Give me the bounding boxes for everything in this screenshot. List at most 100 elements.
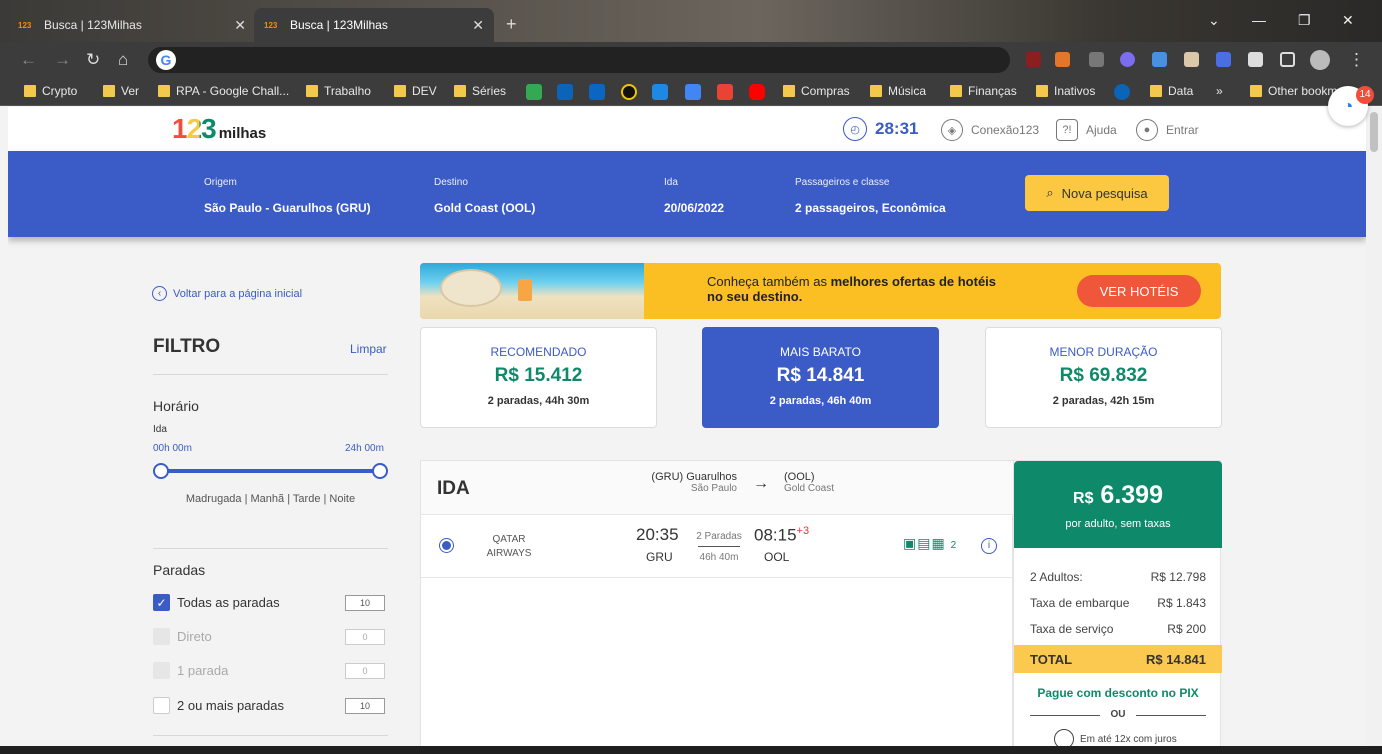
entrar-link[interactable]: ● Entrar [1136,119,1199,141]
tab-search-icon[interactable]: ⌄ [1208,12,1220,29]
minimize-icon[interactable]: — [1252,12,1266,28]
range-end: 24h 00m [345,443,384,454]
direction-label: IDA [437,478,470,499]
bookmark-folder[interactable]: Ver [103,84,139,98]
restore-icon[interactable]: ❐ [1298,12,1311,29]
ida-date-field[interactable]: Ida 20/06/2022 [664,177,724,215]
browser-tab-1[interactable]: 123 Busca | 123Milhas ✕ [8,8,256,42]
bookmark-folder[interactable]: Finanças [950,84,1017,98]
bookmark-site-icon[interactable] [621,84,637,100]
gmail-icon[interactable] [717,84,733,100]
extension-icon[interactable] [1089,52,1104,67]
onedrive-icon[interactable] [1114,84,1130,100]
slider-end-handle[interactable] [372,463,388,479]
folder-icon [103,85,115,97]
bookmark-folder[interactable]: Trabalho [306,84,371,98]
range-start: 00h 00m [153,443,192,454]
stops-filter-one[interactable]: 1 parada 0 [153,662,385,679]
stops-filter-two-plus[interactable]: 2 ou mais paradas 10 [153,697,385,714]
stops-filter-direct[interactable]: Direto 0 [153,628,385,645]
extension-icon[interactable] [1184,52,1199,67]
folder-icon [454,85,466,97]
checkbox-icon[interactable] [153,662,170,679]
ublock-extension-icon[interactable] [1026,52,1041,67]
time-range-slider[interactable] [160,469,380,473]
window-close-icon[interactable]: ✕ [1342,12,1354,29]
slider-start-handle[interactable] [153,463,169,479]
google-translate-icon[interactable] [685,84,701,100]
bookmark-folder[interactable]: RPA - Google Chall... [158,84,289,98]
sort-mais-barato[interactable]: MAIS BARATO R$ 14.841 2 paradas, 46h 40m [702,327,939,428]
price-line-taxa-servico: Taxa de serviço R$ 200 [1030,622,1206,636]
bookmark-folder[interactable]: Compras [783,84,850,98]
pix-discount-link[interactable]: Pague com desconto no PIX [1014,686,1222,700]
bookmarks-bar: Crypto Ver RPA - Google Chall... Trabalh… [0,78,1382,106]
nova-pesquisa-button[interactable]: ⌕ Nova pesquisa [1025,175,1169,211]
folder-icon [950,85,962,97]
origem-field[interactable]: Origem São Paulo - Guarulhos (GRU) [204,177,371,215]
clear-filters-link[interactable]: Limpar [350,342,387,356]
ida-label: Ida [153,424,167,435]
straw-hat-image [440,269,502,307]
puzzle-extensions-icon[interactable] [1248,52,1263,67]
scrollbar-thumb[interactable] [1370,112,1378,152]
checkbox-icon[interactable] [153,628,170,645]
flight-result-card: IDA (GRU) Guarulhos São Paulo → (OOL) Go… [420,460,1014,754]
address-bar[interactable] [148,47,1010,73]
extension-icon[interactable] [1120,52,1135,67]
reload-icon[interactable]: ↻ [86,50,100,70]
close-tab-icon[interactable]: ✕ [234,17,246,34]
horario-title: Horário [153,398,199,414]
passengers-field[interactable]: Passageiros e classe 2 passageiros, Econ… [795,177,946,215]
conexao123-link[interactable]: ◈ Conexão123 [941,119,1039,141]
carry-on-icon: ▤ [917,535,932,551]
bookmark-site-icon[interactable] [652,84,668,100]
destino-field[interactable]: Destino Gold Coast (OOL) [434,177,535,215]
backpack-icon: ▣ [903,535,918,551]
profile-avatar[interactable] [1310,50,1330,70]
period-labels: Madrugada | Manhã | Tarde | Noite [185,493,356,505]
metamask-extension-icon[interactable] [1055,52,1070,67]
menu-kebab-icon[interactable]: ⋮ [1348,50,1365,70]
extension-icon[interactable] [1216,52,1231,67]
page-scrollbar[interactable] [1366,107,1382,754]
ver-hoteis-button[interactable]: VER HOTÉIS [1077,275,1201,307]
side-panel-icon[interactable] [1280,52,1295,67]
checkbox-checked-icon[interactable]: ✓ [153,594,170,611]
outlook-icon[interactable] [557,84,573,100]
bookmark-folder[interactable]: DEV [394,84,437,98]
browser-tab-2-active[interactable]: 123 Busca | 123Milhas ✕ [254,8,494,42]
new-tab-button[interactable]: + [506,14,517,35]
checkbox-icon[interactable] [153,697,170,714]
linkedin-icon[interactable] [589,84,605,100]
youtube-icon[interactable] [749,84,765,100]
close-tab-icon[interactable]: ✕ [472,17,484,34]
logo-123milhas[interactable]: 123 milhas [172,115,266,143]
flight-row[interactable]: QATAR AIRWAYS 20:35 GRU 2 Paradas 46h 40… [421,516,1014,578]
back-arrow-icon[interactable]: ← [20,50,37,70]
extension-icon[interactable] [1152,52,1167,67]
sort-recomendado[interactable]: RECOMENDADO R$ 15.412 2 paradas, 44h 30m [420,327,657,428]
bookmark-folder[interactable]: Séries [454,84,506,98]
folder-icon [1036,85,1048,97]
tab-title: Busca | 123Milhas [44,18,142,32]
google-drive-icon[interactable] [526,84,542,100]
sort-menor-duracao[interactable]: MENOR DURAÇÃO R$ 69.832 2 paradas, 42h 1… [985,327,1222,428]
bookmark-folder[interactable]: Data [1150,84,1193,98]
stops-filter-all[interactable]: ✓ Todas as paradas 10 [153,594,385,611]
bookmark-folder[interactable]: Crypto [24,84,77,98]
ajuda-link[interactable]: ?! Ajuda [1056,119,1117,141]
divider [153,374,388,375]
home-icon[interactable]: ⌂ [118,50,128,70]
bookmark-folder[interactable]: Música [870,84,926,98]
arrival-airport: OOL [764,550,790,564]
info-icon[interactable]: i [981,538,997,554]
juice-glass-image [518,279,532,301]
forward-arrow-icon[interactable]: → [54,50,71,70]
stops-count-label: 2 Paradas [696,531,742,542]
bookmark-folder[interactable]: Inativos [1036,84,1095,98]
more-bookmarks-button[interactable]: » [1216,84,1223,98]
chat-widget-button[interactable]: ◔ 14 [1328,86,1374,126]
flight-select-radio[interactable] [439,538,454,553]
back-to-home-link[interactable]: ‹ Voltar para a página inicial [152,286,302,301]
